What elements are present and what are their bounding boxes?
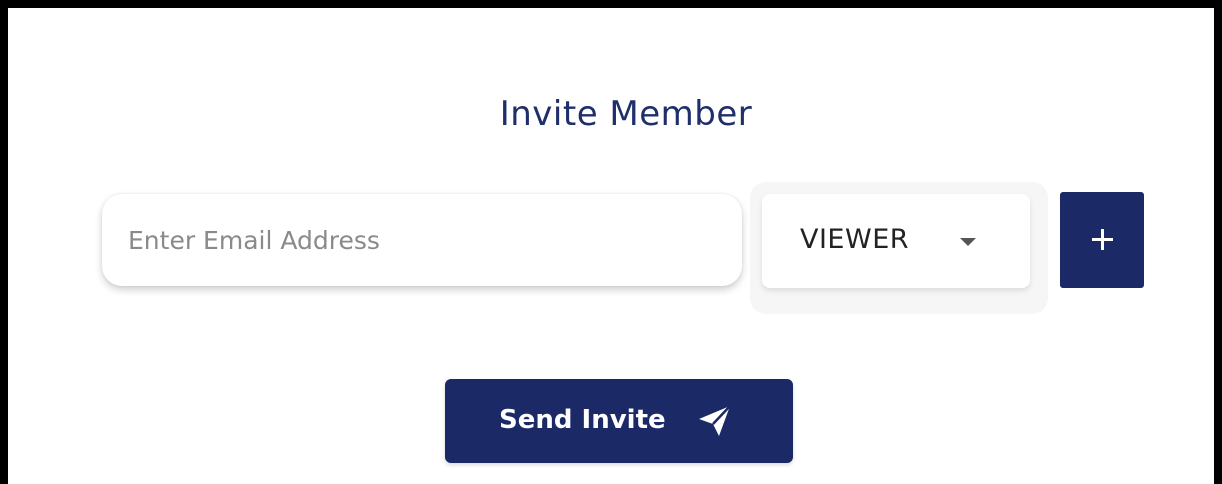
email-field-container	[102, 194, 742, 286]
role-select[interactable]: VIEWER	[762, 194, 1030, 288]
email-field[interactable]	[102, 194, 742, 286]
page-title: Invite Member	[499, 94, 753, 134]
role-select-value: VIEWER	[800, 224, 910, 255]
add-member-button[interactable]	[1060, 192, 1144, 288]
plus-icon	[1092, 229, 1113, 250]
send-invite-button[interactable]: Send Invite	[445, 379, 793, 463]
invite-member-panel: Invite Member VIEWER Send Invite	[8, 8, 1214, 484]
send-invite-label: Send Invite	[499, 405, 666, 435]
send-icon	[699, 405, 731, 436]
caret-down-icon	[960, 238, 976, 246]
